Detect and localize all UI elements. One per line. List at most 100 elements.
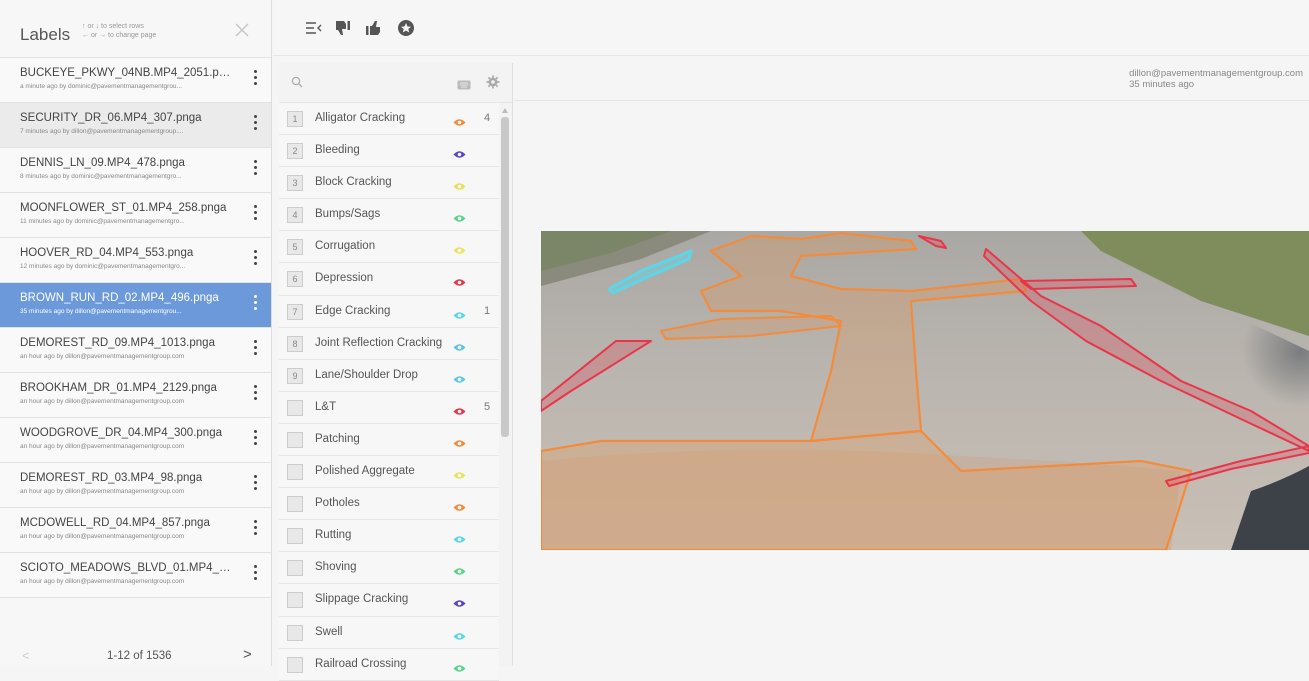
class-name: Corrugation (315, 240, 376, 253)
class-item[interactable]: 8 Joint Reflection Cracking (279, 327, 499, 360)
more-vert-icon[interactable] (251, 518, 259, 540)
class-list: 1 Alligator Cracking 4 2 Bleeding 3 Block Crac… (279, 103, 499, 681)
class-item[interactable]: L&T 5 (279, 391, 499, 424)
eye-icon[interactable] (453, 499, 466, 511)
more-vert-icon[interactable] (251, 563, 259, 585)
keyboard-icon[interactable] (457, 77, 471, 95)
more-vert-icon[interactable] (251, 473, 259, 495)
class-name: Railroad Crossing (315, 657, 407, 670)
class-hotkey (287, 624, 303, 641)
file-meta: 35 minutes ago by dillon@pavementmanagem… (20, 308, 182, 315)
class-name: Bleeding (315, 144, 360, 157)
class-item[interactable]: 2 Bleeding (279, 135, 499, 168)
more-vert-icon[interactable] (251, 68, 259, 90)
file-list-item[interactable]: DEMOREST_RD_09.MP4_1013.pnga an hour ago … (0, 328, 271, 373)
class-name: Slippage Cracking (315, 593, 409, 606)
class-hotkey: 9 (287, 367, 303, 384)
class-item[interactable]: Slippage Cracking (279, 584, 499, 617)
road-image[interactable] (539, 231, 1309, 555)
file-list-item[interactable]: MOONFLOWER_ST_01.MP4_258.pnga 11 minutes … (0, 193, 271, 238)
class-name: Potholes (315, 497, 360, 510)
eye-icon[interactable] (453, 146, 466, 158)
file-list-item[interactable]: WOODGROVE_DR_04.MP4_300.pnga an hour ago … (0, 418, 271, 463)
align-left-icon[interactable] (304, 18, 326, 38)
class-count: 4 (484, 112, 491, 124)
eye-icon[interactable] (453, 595, 466, 608)
eye-icon[interactable] (453, 660, 466, 672)
eye-icon[interactable] (453, 467, 466, 479)
eye-icon[interactable] (453, 210, 466, 223)
class-item[interactable]: 6 Depression (279, 263, 499, 296)
more-vert-icon[interactable] (251, 383, 259, 405)
close-icon[interactable] (234, 20, 250, 42)
eye-icon[interactable] (453, 307, 466, 319)
class-name: Rutting (315, 529, 352, 542)
file-name: BROOKHAM_DR_01.MP4_2129.pnga (20, 382, 217, 394)
class-item[interactable]: Railroad Crossing (279, 648, 499, 681)
class-item[interactable]: Swell (279, 616, 499, 649)
eye-icon[interactable] (453, 339, 466, 351)
file-list-item[interactable]: BROWN_RUN_RD_02.MP4_496.pnga 35 minutes a… (0, 283, 271, 328)
thumbs-down-icon[interactable] (332, 18, 354, 38)
class-item[interactable]: Shoving (279, 552, 499, 585)
more-vert-icon[interactable] (251, 428, 259, 450)
file-name: BROWN_RUN_RD_02.MP4_496.pnga (20, 292, 219, 304)
file-list-item[interactable]: BROOKHAM_DR_01.MP4_2129.pnga an hour ago … (0, 373, 271, 418)
gear-icon[interactable] (486, 75, 500, 94)
eye-icon[interactable] (453, 403, 466, 415)
file-list-item[interactable]: MCDOWELL_RD_04.MP4_857.pnga an hour ago b… (0, 508, 271, 553)
class-panel: 1 Alligator Cracking 4 2 Bleeding 3 Block Crac… (279, 63, 513, 681)
file-name: DENNIS_LN_09.MP4_478.pnga (20, 157, 185, 169)
class-item[interactable]: Polished Aggregate (279, 456, 499, 489)
class-hotkey: 3 (287, 175, 303, 192)
thumbs-up-icon[interactable] (363, 18, 385, 38)
more-vert-icon[interactable] (251, 203, 259, 225)
class-item[interactable]: Rutting (279, 520, 499, 553)
annotator-email: dillon@pavementmanagementgroup.com (1129, 68, 1303, 79)
pager-next-button[interactable]: > (243, 646, 252, 663)
class-hotkey (287, 464, 303, 481)
class-hotkey (287, 656, 303, 673)
file-list-item[interactable]: SCIOTO_MEADOWS_BLVD_01.MP4_3... an hour a… (0, 553, 271, 598)
file-list-item[interactable]: BUCKEYE_PKWY_04NB.MP4_2051.pn... a minute… (0, 58, 271, 103)
class-item[interactable]: 4 Bumps/Sags (279, 199, 499, 232)
class-item[interactable]: Potholes (279, 488, 499, 521)
file-list-item[interactable]: DEMOREST_RD_03.MP4_98.pnga an hour ago by… (0, 463, 271, 508)
class-item[interactable]: 3 Block Cracking (279, 167, 499, 200)
toolbar (273, 0, 1309, 56)
more-vert-icon[interactable] (251, 293, 259, 315)
file-name: DEMOREST_RD_03.MP4_98.pnga (20, 472, 203, 484)
more-vert-icon[interactable] (251, 338, 259, 360)
class-item[interactable]: 5 Corrugation (279, 231, 499, 264)
eye-icon[interactable] (453, 371, 466, 383)
more-vert-icon[interactable] (251, 113, 259, 135)
class-name: Bumps/Sags (315, 208, 381, 221)
eye-icon[interactable] (453, 435, 466, 447)
class-item[interactable]: 7 Edge Cracking 1 (279, 295, 499, 328)
file-list-item[interactable]: HOOVER_RD_04.MP4_553.pnga 12 minutes ago … (0, 238, 271, 283)
class-hotkey: 5 (287, 239, 303, 256)
file-meta: an hour ago by dillon@pavementmanagement… (20, 578, 185, 585)
class-item[interactable]: Patching (279, 423, 499, 457)
file-list-item[interactable]: DENNIS_LN_09.MP4_478.pnga 8 minutes ago b… (0, 148, 271, 193)
eye-icon[interactable] (453, 531, 466, 543)
eye-icon[interactable] (453, 242, 466, 255)
eye-icon[interactable] (453, 563, 466, 576)
eye-icon[interactable] (453, 628, 466, 640)
class-hotkey (287, 528, 303, 545)
star-icon[interactable] (396, 18, 418, 38)
class-item[interactable]: 9 Lane/Shoulder Drop (279, 359, 499, 392)
class-item[interactable]: 1 Alligator Cracking 4 (279, 103, 499, 136)
pager-prev-button[interactable]: < (22, 648, 30, 663)
class-name: Swell (315, 625, 343, 638)
eye-icon[interactable] (453, 274, 466, 287)
search-icon[interactable] (291, 75, 303, 93)
class-scrollbar[interactable] (500, 107, 510, 437)
file-name: WOODGROVE_DR_04.MP4_300.pnga (20, 427, 222, 439)
more-vert-icon[interactable] (251, 248, 259, 270)
more-vert-icon[interactable] (251, 158, 259, 180)
file-list-item[interactable]: SECURITY_DR_06.MP4_307.pnga 7 minutes ago… (0, 103, 271, 148)
class-count: 1 (484, 304, 491, 317)
eye-icon[interactable] (453, 114, 466, 126)
eye-icon[interactable] (453, 178, 466, 190)
